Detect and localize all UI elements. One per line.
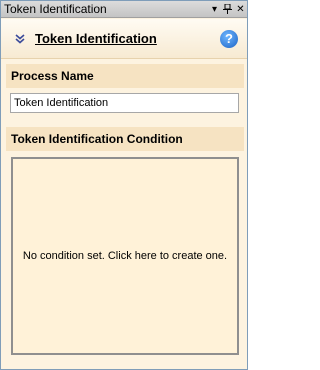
double-chevron-down-icon[interactable]	[13, 33, 27, 44]
window-title-bar[interactable]: Token Identification ▾ ✕	[1, 1, 247, 18]
chevron-glyph	[15, 33, 25, 44]
window-menu-dropdown-icon[interactable]: ▾	[208, 2, 221, 17]
pin-icon[interactable]	[221, 2, 234, 17]
header-title[interactable]: Token Identification	[35, 31, 220, 46]
process-name-label: Process Name	[6, 64, 244, 88]
tool-window: Token Identification ▾ ✕ Token Identific…	[0, 0, 248, 370]
process-name-input[interactable]	[10, 93, 239, 113]
help-icon[interactable]: ?	[220, 29, 238, 48]
close-icon[interactable]: ✕	[234, 2, 247, 17]
condition-area[interactable]: No condition set. Click here to create o…	[11, 157, 239, 355]
condition-empty-text[interactable]: No condition set. Click here to create o…	[23, 250, 227, 262]
condition-label: Token Identification Condition	[6, 127, 244, 151]
section-header: Token Identification ?	[1, 19, 247, 59]
window-title: Token Identification	[4, 2, 107, 16]
pin-glyph	[223, 4, 232, 14]
